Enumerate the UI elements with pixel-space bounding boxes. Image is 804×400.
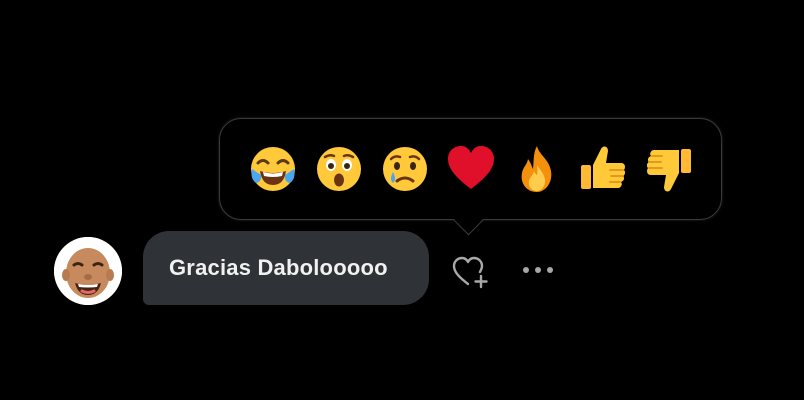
thumbs-down-emoji[interactable] — [643, 143, 695, 195]
message-text: Gracias Dabolooooo — [169, 255, 388, 280]
fire-emoji[interactable] — [511, 143, 563, 195]
message-screen: Gracias Dabolooooo — [0, 0, 804, 400]
thumbs-up-emoji[interactable] — [577, 143, 629, 195]
more-horizontal-icon[interactable] — [520, 262, 556, 278]
heart-plus-icon[interactable] — [451, 254, 491, 290]
avatar[interactable] — [54, 237, 122, 305]
astonished-emoji[interactable] — [313, 143, 365, 195]
red-heart-emoji[interactable] — [445, 143, 497, 195]
message-bubble[interactable]: Gracias Dabolooooo — [143, 231, 429, 305]
crying-emoji[interactable] — [379, 143, 431, 195]
reaction-picker — [219, 118, 722, 220]
tears-of-joy-emoji[interactable] — [247, 143, 299, 195]
